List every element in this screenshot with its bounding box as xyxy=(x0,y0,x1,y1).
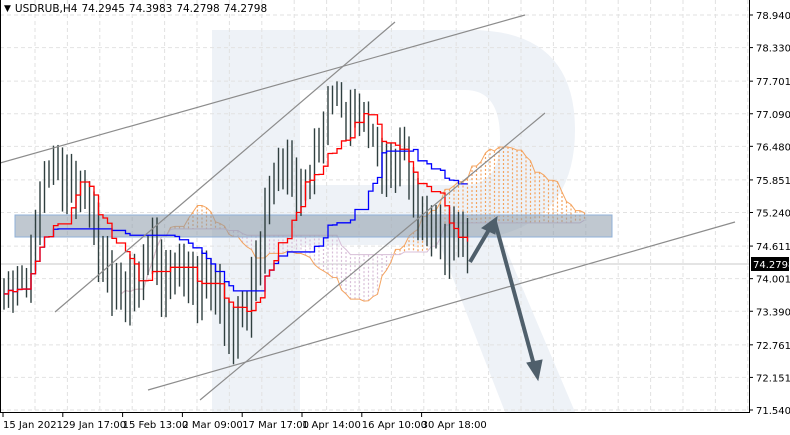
y-tick-label: 78.3300 xyxy=(756,44,790,55)
y-tick-label: 75.8510 xyxy=(756,176,790,187)
y-tick-label: 74.6115 xyxy=(756,242,790,253)
y-tick-label: 78.9405 xyxy=(756,11,790,22)
high-value: 74.3983 xyxy=(128,3,173,15)
x-tick-label: 16 Apr 10:00 xyxy=(362,420,427,431)
y-tick-label: 72.7615 xyxy=(756,341,790,352)
y-tick-label: 76.4800 xyxy=(756,142,790,153)
y-tick-label: 74.0010 xyxy=(756,275,790,286)
y-tick-label: 77.0905 xyxy=(756,110,790,121)
y-tick-label: 73.3905 xyxy=(756,307,790,318)
y-tick-label: 72.1510 xyxy=(756,373,790,384)
y-tick-label: 77.7010 xyxy=(756,77,790,88)
x-tick-label: 1 Apr 14:00 xyxy=(302,420,361,431)
y-tick-label: 71.5405 xyxy=(756,406,790,417)
y-tick-label: 75.2405 xyxy=(756,209,790,220)
close-value: 74.2798 xyxy=(223,3,268,15)
x-tick-label: 30 Apr 18:00 xyxy=(422,420,487,431)
x-tick-label: 15 Feb 13:00 xyxy=(123,420,189,431)
price-chart: 78.9405 78.3300 77.7010 77.0905 76.4800 75.85… xyxy=(0,0,790,431)
x-tick-label: 17 Mar 17:00 xyxy=(242,420,309,431)
open-value: 74.2945 xyxy=(81,3,125,15)
x-tick-label: 15 Jan 2021 xyxy=(3,420,63,431)
price-axis[interactable]: 78.9405 78.3300 77.7010 77.0905 76.4800 75.85… xyxy=(749,11,790,417)
low-value: 74.2798 xyxy=(176,3,220,15)
current-price-label: 74.2798 xyxy=(751,257,790,271)
x-tick-label: 29 Jan 17:00 xyxy=(63,420,126,431)
x-tick-label: 2 Mar 09:00 xyxy=(182,420,242,431)
current-price-value: 74.2798 xyxy=(753,260,790,271)
symbol-label: USDRUB,H4 xyxy=(14,3,78,15)
dropdown-triangle-icon[interactable]: ▼ xyxy=(4,4,11,14)
time-axis[interactable]: 15 Jan 2021 29 Jan 17:0015 Feb 13:002 Mar… xyxy=(2,412,487,431)
chart-title[interactable]: ▼ USDRUB,H4 74.2945 74.3983 74.2798 74.2… xyxy=(4,3,267,15)
